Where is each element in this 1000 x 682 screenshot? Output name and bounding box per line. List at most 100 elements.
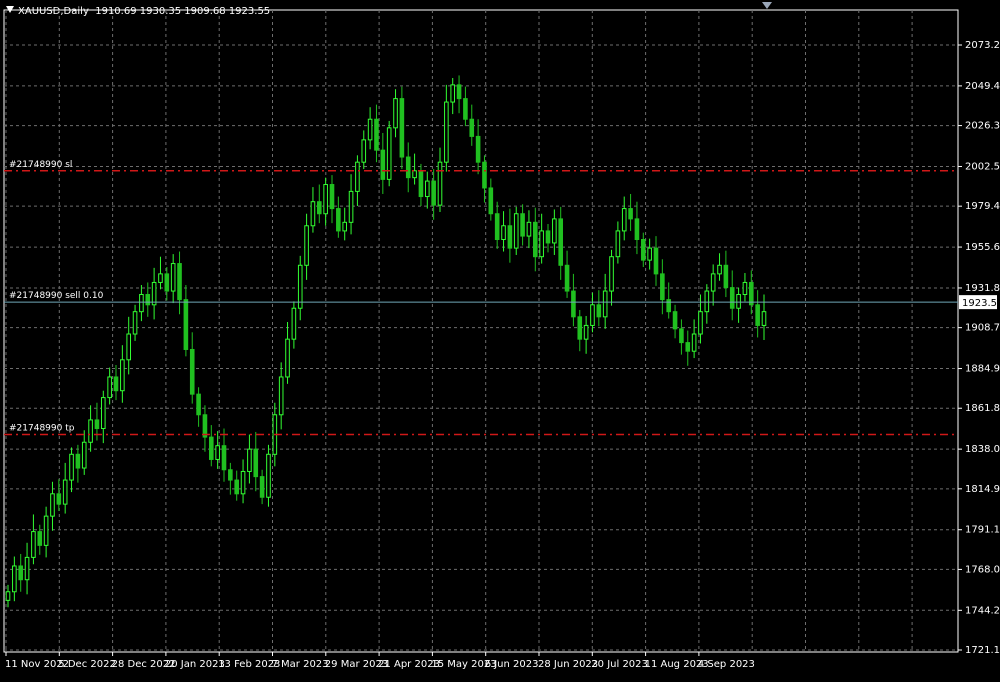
candle-body	[386, 127, 392, 180]
y-tick-label: 1791.10	[965, 525, 1000, 536]
candle-body	[424, 180, 430, 198]
candle-body	[183, 299, 189, 350]
candle-body	[615, 230, 621, 258]
candle-body	[761, 311, 767, 326]
x-tick-label: 20 Jul 2023	[591, 659, 648, 670]
candle-body	[139, 293, 144, 313]
candle-body	[469, 118, 475, 137]
candle-body	[170, 263, 176, 292]
candle-body	[456, 84, 462, 100]
candle-body	[399, 98, 405, 158]
candle-body	[717, 264, 722, 275]
candle-body	[596, 304, 602, 318]
x-tick-label: 5 Dec 2022	[58, 659, 116, 670]
candle-body	[698, 311, 703, 335]
candle-body	[151, 281, 157, 306]
candle-body	[145, 293, 151, 306]
candle-body	[24, 556, 30, 581]
candle-body	[120, 359, 125, 392]
candle-body	[609, 256, 614, 292]
y-tick-label: 1814.90	[965, 484, 1000, 495]
candle-body	[228, 469, 233, 481]
candle-body	[259, 476, 265, 498]
candle-body	[602, 290, 608, 318]
candle-body	[158, 273, 163, 283]
candle-body	[647, 247, 652, 261]
candle-body	[463, 98, 468, 120]
y-tick-label: 1884.90	[965, 364, 1000, 375]
candle-body	[482, 161, 487, 189]
candle-body	[177, 263, 182, 301]
candle-body	[316, 201, 322, 215]
candle-body	[660, 273, 665, 301]
candle-body	[278, 376, 284, 416]
candle-body	[520, 213, 525, 237]
candle-body	[571, 290, 576, 318]
chart-shift-icon[interactable]	[762, 2, 772, 9]
x-tick-label: 4 Sep 2023	[698, 659, 755, 670]
y-tick-label: 1955.60	[965, 242, 1000, 253]
candle-body	[723, 264, 729, 289]
candle-body	[475, 135, 481, 163]
order-line-label: #21748990 tp	[9, 424, 75, 434]
y-tick-label: 1838.00	[965, 444, 1000, 455]
candle-body	[132, 311, 138, 335]
candle-body	[405, 156, 411, 179]
candle-body	[742, 281, 748, 295]
y-tick-label: 1768.00	[965, 564, 1000, 575]
candle-body	[196, 393, 201, 416]
candle-body	[418, 170, 424, 198]
y-tick-label: 1979.40	[965, 201, 1000, 212]
plot-frame	[3, 9, 959, 653]
candle-body	[710, 273, 716, 292]
order-line-label: #21748990 sell 0.10	[9, 291, 104, 301]
candle-body	[507, 225, 513, 249]
candle-body	[640, 239, 646, 261]
candle-body	[361, 139, 367, 163]
y-tick-label: 2026.30	[965, 121, 1000, 132]
candle-body	[666, 299, 672, 313]
candle-body	[88, 419, 93, 443]
candle-body	[679, 328, 684, 344]
candle-body	[291, 307, 297, 340]
y-tick-label: 2049.40	[965, 81, 1000, 92]
candle-body	[532, 221, 538, 258]
candle-body	[450, 84, 456, 103]
candle-body	[539, 230, 544, 258]
candle-body	[164, 273, 170, 292]
candle-body	[100, 397, 106, 430]
candle-body	[653, 247, 659, 275]
candle-body	[126, 333, 132, 361]
candle-body	[501, 225, 506, 241]
x-tick-label: 7 Mar 2023	[272, 659, 329, 670]
candle-body	[355, 161, 360, 192]
candle-body	[412, 170, 417, 179]
x-tick-label: 28 Jun 2023	[538, 659, 598, 670]
candle-body	[583, 324, 589, 340]
candle-body	[69, 453, 74, 481]
current-price-label: 1923.55	[962, 298, 1000, 309]
candle-body	[304, 225, 309, 266]
candle-body	[62, 479, 68, 505]
y-tick-label: 1744.20	[965, 605, 1000, 616]
candle-body	[393, 98, 398, 129]
price-chart[interactable]: #21748990 sl #21748990 sell 0.10 #21748990…	[0, 0, 1000, 682]
candle-body	[75, 453, 81, 469]
candle-body	[431, 180, 436, 206]
candle-body	[310, 201, 316, 227]
candle-body	[253, 448, 259, 478]
y-tick-label: 1931.80	[965, 283, 1000, 294]
candle-body	[672, 311, 678, 330]
candle-body	[285, 338, 290, 378]
candle-body	[488, 187, 494, 215]
order-line-label: #21748990 sl	[9, 160, 72, 170]
candle-body	[107, 376, 112, 399]
candle-body	[685, 342, 691, 352]
candle-body	[437, 161, 443, 206]
candle-body	[247, 448, 252, 472]
candle-body	[564, 264, 570, 292]
y-tick-label: 2002.50	[965, 161, 1000, 172]
candle-body	[5, 591, 11, 601]
candle-body	[367, 118, 373, 141]
candle-body	[234, 479, 240, 495]
